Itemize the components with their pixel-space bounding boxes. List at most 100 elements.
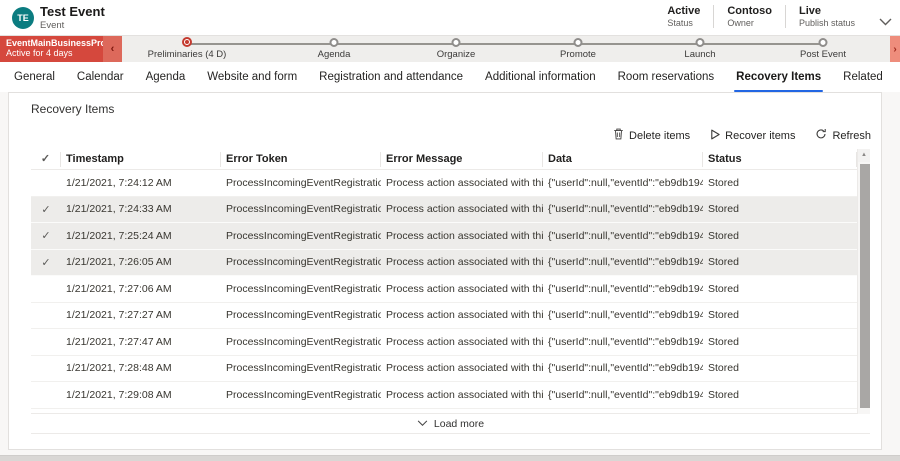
table-row[interactable]: 1/21/2021, 7:27:06 AMProcessIncomingEven… xyxy=(31,276,857,303)
header-field-label: Publish status xyxy=(799,18,855,28)
form-tab-bar: General Calendar Agenda Website and form Reg… xyxy=(0,62,900,92)
tab-room-reservations[interactable]: Room reservations xyxy=(618,62,715,92)
refresh-button[interactable]: Refresh xyxy=(815,128,871,143)
cell-msg: Process action associated with this proc… xyxy=(381,389,543,401)
table-row[interactable]: 1/21/2021, 7:27:27 AMProcessIncomingEven… xyxy=(31,303,857,330)
column-header-error-token[interactable]: Error Token xyxy=(221,152,381,167)
page-title: Test Event xyxy=(40,4,105,19)
header-field-owner: ContosoOwner xyxy=(713,5,785,28)
grid-body: 1/21/2021, 7:24:12 AMProcessIncomingEven… xyxy=(31,170,857,413)
window-bottom-edge xyxy=(0,455,900,461)
tab-recovery-items[interactable]: Recovery Items xyxy=(736,62,821,92)
cell-ts: 1/21/2021, 7:28:48 AM xyxy=(61,362,221,374)
record-avatar: TE xyxy=(12,7,34,29)
cell-ts: 1/21/2021, 7:29:08 AM xyxy=(61,389,221,401)
row-checkmark-icon[interactable]: ✓ xyxy=(31,203,61,216)
table-row[interactable]: ✓1/21/2021, 7:24:33 AMProcessIncomingEve… xyxy=(31,197,857,224)
bpf-scroll-right-button[interactable]: › xyxy=(890,36,900,62)
select-all-checkmark-icon[interactable]: ✓ xyxy=(31,152,61,167)
table-row[interactable]: 1/21/2021, 7:24:12 AMProcessIncomingEven… xyxy=(31,170,857,197)
header-field-value: Live xyxy=(799,5,855,17)
cell-token: ProcessIncomingEventRegistrations xyxy=(221,362,381,374)
table-row[interactable]: 1/21/2021, 7:28:48 AMProcessIncomingEven… xyxy=(31,356,857,383)
cell-data: {"userId":null,"eventId":"eb9db194-625c-… xyxy=(543,177,703,189)
cell-ts: 1/21/2021, 7:24:12 AM xyxy=(61,177,221,189)
business-process-flow: EventMainBusinessProce... Active for 4 d… xyxy=(0,36,900,62)
cell-data: {"userId":null,"eventId":"eb9db194-625c-… xyxy=(543,336,703,348)
column-header-timestamp[interactable]: Timestamp xyxy=(61,152,221,167)
cell-ts: 1/21/2021, 7:27:27 AM xyxy=(61,309,221,321)
header-field-label: Status xyxy=(667,18,700,28)
stage-dot-icon[interactable] xyxy=(330,38,339,47)
tab-related[interactable]: Related xyxy=(843,62,883,92)
scrollbar-thumb[interactable] xyxy=(860,164,870,408)
header-field-value: Contoso xyxy=(727,5,772,17)
grid-vertical-scrollbar[interactable]: ▲ xyxy=(857,149,870,414)
recovery-items-card: Recovery Items Delete items Recover item… xyxy=(8,92,882,450)
stage-dot-icon[interactable] xyxy=(574,38,583,47)
tab-website-and-form[interactable]: Website and form xyxy=(207,62,297,92)
cell-msg: Process action associated with this proc… xyxy=(381,203,543,215)
header-summary-fields: ActiveStatusContosoOwnerLivePublish stat… xyxy=(654,5,868,28)
table-row[interactable]: ✓1/21/2021, 7:26:05 AMProcessIncomingEve… xyxy=(31,250,857,277)
column-header-status[interactable]: Status xyxy=(703,152,857,167)
tab-general[interactable]: General xyxy=(14,62,55,92)
cell-token: ProcessIncomingEventRegistrations xyxy=(221,230,381,242)
cell-data: {"userId":null,"eventId":"eb9db194-625c-… xyxy=(543,309,703,321)
load-more-label: Load more xyxy=(434,418,484,430)
refresh-label: Refresh xyxy=(832,130,871,142)
bpf-collapse-button[interactable]: ‹ xyxy=(103,36,122,62)
bpf-track-line xyxy=(189,43,823,45)
load-more-button[interactable]: Load more xyxy=(31,413,870,434)
delete-items-button[interactable]: Delete items xyxy=(613,128,690,143)
cell-msg: Process action associated with this proc… xyxy=(381,256,543,268)
tab-additional-information[interactable]: Additional information xyxy=(485,62,596,92)
stage-label: Promote xyxy=(560,49,596,60)
tab-registration-and-attendance[interactable]: Registration and attendance xyxy=(319,62,463,92)
bpf-process-duration: Active for 4 days xyxy=(6,48,97,58)
cell-data: {"userId":null,"eventId":"eb9db194-625c-… xyxy=(543,256,703,268)
stage-active-dot-icon[interactable] xyxy=(182,37,192,47)
recover-items-label: Recover items xyxy=(725,130,795,142)
table-row[interactable]: 1/21/2021, 7:27:47 AMProcessIncomingEven… xyxy=(31,329,857,356)
stage-dot-icon[interactable] xyxy=(452,38,461,47)
refresh-icon xyxy=(815,128,827,143)
column-header-error-message[interactable]: Error Message xyxy=(381,152,543,167)
header-field-status: ActiveStatus xyxy=(654,5,713,28)
cell-status: Stored xyxy=(703,230,857,242)
stage-dot-icon[interactable] xyxy=(696,38,705,47)
tab-agenda[interactable]: Agenda xyxy=(146,62,186,92)
header-field-value: Active xyxy=(667,5,700,17)
cell-ts: 1/21/2021, 7:27:06 AM xyxy=(61,283,221,295)
section-title: Recovery Items xyxy=(31,102,114,116)
cell-token: ProcessIncomingEventRegistrations xyxy=(221,177,381,189)
cell-token: ProcessIncomingEventRegistrations xyxy=(221,389,381,401)
cell-token: ProcessIncomingEventRegistrations xyxy=(221,283,381,295)
cell-msg: Process action associated with this proc… xyxy=(381,283,543,295)
cell-msg: Process action associated with this proc… xyxy=(381,336,543,348)
grid-header-row: ✓ Timestamp Error Token Error Message Da… xyxy=(31,149,857,170)
cell-data: {"userId":null,"eventId":"eb9db194-625c-… xyxy=(543,230,703,242)
cell-msg: Process action associated with this proc… xyxy=(381,362,543,374)
table-row[interactable]: ✓1/21/2021, 7:25:24 AMProcessIncomingEve… xyxy=(31,223,857,250)
cell-data: {"userId":null,"eventId":"eb9db194-625c-… xyxy=(543,362,703,374)
cell-ts: 1/21/2021, 7:25:24 AM xyxy=(61,230,221,242)
header-field-publish-status: LivePublish status xyxy=(785,5,868,28)
cell-status: Stored xyxy=(703,309,857,321)
stage-label: Organize xyxy=(437,49,476,60)
cell-status: Stored xyxy=(703,256,857,268)
scroll-up-arrow-icon[interactable]: ▲ xyxy=(858,149,870,162)
stage-dot-icon[interactable] xyxy=(819,38,828,47)
bpf-process-badge[interactable]: EventMainBusinessProce... Active for 4 d… xyxy=(0,36,103,62)
recover-items-button[interactable]: Recover items xyxy=(710,129,795,143)
tab-calendar[interactable]: Calendar xyxy=(77,62,124,92)
row-checkmark-icon[interactable]: ✓ xyxy=(31,229,61,242)
column-header-data[interactable]: Data xyxy=(543,152,703,167)
cell-msg: Process action associated with this proc… xyxy=(381,309,543,321)
stage-label: Preliminaries (4 D) xyxy=(148,49,227,60)
row-checkmark-icon[interactable]: ✓ xyxy=(31,256,61,269)
table-row[interactable]: 1/21/2021, 7:29:08 AMProcessIncomingEven… xyxy=(31,382,857,409)
chevron-down-icon[interactable] xyxy=(879,13,892,31)
play-icon xyxy=(710,129,720,143)
cell-ts: 1/21/2021, 7:27:47 AM xyxy=(61,336,221,348)
